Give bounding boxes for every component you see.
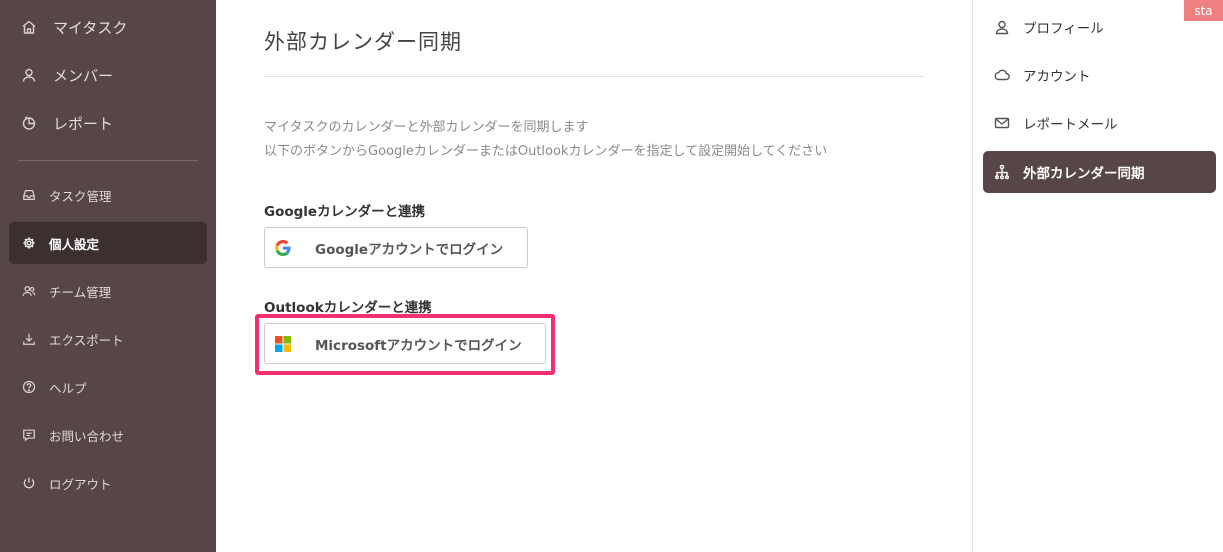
page-title: 外部カレンダー同期 [264, 30, 462, 54]
settings-item-account[interactable]: アカウント [983, 54, 1216, 96]
sidebar-item-label: マイタスク [53, 18, 128, 37]
google-login-label: Googleアカウントでログイン [315, 241, 504, 258]
settings-item-label: 外部カレンダー同期 [1023, 166, 1145, 182]
sidebar-item-label: お問い合わせ [49, 428, 125, 444]
sidebar-item-label: ログアウト [49, 476, 112, 492]
settings-item-label: プロフィール [1023, 21, 1104, 37]
sidebar-item-report[interactable]: レポート [9, 102, 207, 144]
user-icon [19, 65, 39, 85]
sidebar-item-members[interactable]: メンバー [9, 54, 207, 96]
sidebar-item-label: エクスポート [49, 332, 124, 348]
report-icon [19, 113, 39, 133]
sidebar-item-my-tasks[interactable]: マイタスク [9, 6, 207, 48]
left-sidebar: マイタスク メンバー レポート タスク管理 個人設定 チーム管理 エクスポート … [0, 0, 216, 552]
cloud-icon [993, 66, 1011, 84]
settings-item-profile[interactable]: プロフィール [983, 6, 1216, 48]
sidebar-item-help[interactable]: ヘルプ [9, 366, 207, 408]
title-divider [264, 76, 924, 77]
sidebar-item-label: タスク管理 [49, 188, 112, 204]
settings-item-report-mail[interactable]: レポートメール [983, 102, 1216, 144]
gear-icon [19, 233, 39, 253]
google-logo-icon [275, 239, 291, 256]
sidebar-item-label: メンバー [53, 66, 114, 85]
sidebar-item-label: 個人設定 [49, 236, 100, 252]
sitemap-icon [993, 163, 1011, 181]
message-icon [19, 425, 39, 445]
download-icon [19, 329, 39, 349]
sidebar-item-label: ヘルプ [49, 380, 87, 396]
sidebar-item-task-management[interactable]: タスク管理 [9, 174, 207, 216]
description-line-2: 以下のボタンからGoogleカレンダーまたはOutlookカレンダーを指定して設… [264, 144, 828, 159]
user-icon [993, 18, 1011, 36]
home-icon [19, 17, 39, 37]
description-line-1: マイタスクのカレンダーと外部カレンダーを同期します [264, 120, 589, 135]
settings-item-label: アカウント [1023, 69, 1091, 85]
inbox-icon [19, 185, 39, 205]
settings-item-external-calendar-sync[interactable]: 外部カレンダー同期 [983, 151, 1216, 193]
sidebar-divider [18, 160, 198, 161]
sidebar-item-team-management[interactable]: チーム管理 [9, 270, 207, 312]
highlight-box [255, 314, 555, 375]
sidebar-item-label: チーム管理 [49, 284, 112, 300]
google-login-button[interactable]: Googleアカウントでログイン [264, 227, 528, 268]
settings-item-label: レポートメール [1023, 117, 1118, 133]
sidebar-item-label: レポート [53, 114, 114, 133]
help-icon [19, 377, 39, 397]
team-icon [19, 281, 39, 301]
google-section-heading: Googleカレンダーと連携 [264, 204, 426, 220]
power-icon [19, 473, 39, 493]
mail-icon [993, 114, 1011, 132]
sidebar-item-logout[interactable]: ログアウト [9, 462, 207, 504]
sidebar-item-export[interactable]: エクスポート [9, 318, 207, 360]
sidebar-item-personal-settings[interactable]: 個人設定 [9, 222, 207, 264]
sidebar-item-contact[interactable]: お問い合わせ [9, 414, 207, 456]
settings-menu-panel: sta プロフィール アカウント レポートメール 外部カレンダー同期 [972, 0, 1223, 552]
outlook-section-heading: Outlookカレンダーと連携 [264, 300, 432, 316]
